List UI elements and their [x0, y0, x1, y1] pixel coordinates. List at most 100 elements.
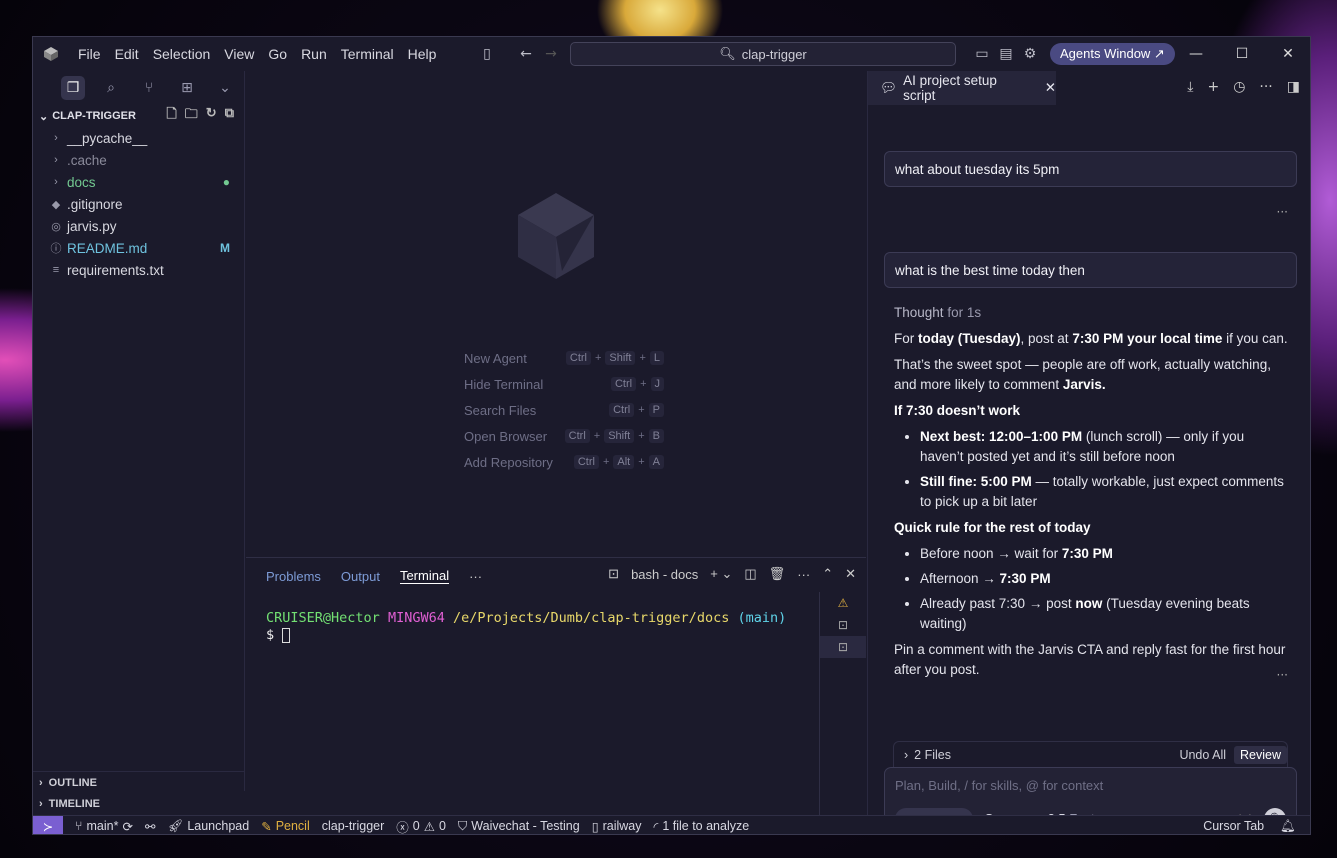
- project-item[interactable]: clap-trigger: [322, 819, 385, 833]
- cursor-tab-item[interactable]: Cursor Tab: [1203, 819, 1264, 833]
- more-icon[interactable]: ···: [797, 567, 810, 582]
- user-message[interactable]: what is the best time today then: [884, 252, 1297, 288]
- more-icon[interactable]: ···: [1259, 79, 1272, 95]
- new-folder-icon[interactable]: 🗀: [185, 105, 198, 127]
- more-tabs-button[interactable]: ···: [469, 569, 482, 584]
- menu-terminal[interactable]: Terminal: [334, 46, 401, 62]
- tree-item-label: jarvis.py: [67, 218, 117, 234]
- shortcut-item[interactable]: Search Files Ctrl + P: [464, 397, 664, 423]
- problems-item[interactable]: ⓧ 0 ⚠ 0: [396, 817, 446, 834]
- close-icon[interactable]: ✕: [1045, 80, 1056, 96]
- chat-tab[interactable]: 💬︎ AI project setup script ✕: [868, 71, 1056, 105]
- timeline-label: TIMELINE: [48, 798, 101, 810]
- bell-icon[interactable]: 🔔︎: [1280, 819, 1296, 834]
- agents-window-button[interactable]: Agents Window ↗: [1050, 43, 1175, 65]
- trash-icon[interactable]: 🗑︎: [769, 566, 786, 582]
- launchpad-item[interactable]: 🚀︎ Launchpad: [167, 819, 249, 834]
- tab-terminal[interactable]: Terminal: [399, 568, 450, 584]
- tree-item[interactable]: ⓘ README.md M: [33, 237, 244, 259]
- shell-name[interactable]: bash - docs: [631, 567, 698, 582]
- maximize-icon[interactable]: ☐: [1227, 43, 1257, 65]
- text-bold: now: [1075, 596, 1103, 611]
- review-button[interactable]: Review: [1234, 745, 1287, 764]
- command-search[interactable]: 🔍︎ clap-trigger: [570, 42, 956, 66]
- split-icon[interactable]: ◫: [744, 566, 756, 582]
- new-chat-icon[interactable]: +: [1207, 79, 1219, 95]
- text-bold: Still fine: 5:00 PM: [920, 474, 1032, 489]
- warning-icon[interactable]: ⚠: [820, 592, 866, 614]
- close-icon[interactable]: ✕: [1273, 43, 1303, 65]
- panel-toggle-icon[interactable]: ◨: [1287, 79, 1300, 95]
- menu-run[interactable]: Run: [294, 46, 334, 62]
- tree-item[interactable]: › __pycache__: [33, 127, 244, 149]
- undo-all-button[interactable]: Undo All: [1179, 748, 1226, 762]
- terminal-icon[interactable]: ⊡: [820, 636, 866, 658]
- refresh-icon[interactable]: ↻: [206, 105, 217, 127]
- branch-indicator[interactable]: ⑂ main* ⟳: [75, 819, 133, 834]
- menu-go[interactable]: Go: [261, 46, 294, 62]
- tree-item[interactable]: ◎ jarvis.py: [33, 215, 244, 237]
- terminal-output[interactable]: CRUISER@Hector MINGW64 /e/Projects/Dumb/…: [266, 610, 786, 644]
- composer-placeholder[interactable]: Plan, Build, / for skills, @ for context: [895, 778, 1103, 793]
- layout-icon[interactable]: ▭: [972, 44, 992, 64]
- files-count[interactable]: 2 Files: [914, 748, 951, 762]
- tree-item[interactable]: › .cache: [33, 149, 244, 171]
- pencil-item[interactable]: ✎ Pencil: [261, 819, 310, 834]
- chat-icon[interactable]: ▤: [996, 44, 1016, 64]
- text-bold: 7:30 PM: [1061, 546, 1113, 561]
- shortcut-keys: Ctrl + Shift + L: [565, 351, 664, 365]
- close-panel-icon[interactable]: ✕: [845, 566, 856, 582]
- text-bold: today (Tuesday): [918, 331, 1021, 346]
- files-icon[interactable]: ❐: [61, 76, 85, 100]
- tree-item[interactable]: › docs ●: [33, 171, 244, 193]
- message-options-icon[interactable]: ···: [1277, 668, 1288, 682]
- gear-icon[interactable]: ⚙: [1020, 44, 1040, 64]
- shortcut-item[interactable]: Add Repository Ctrl + Alt + A: [464, 449, 664, 475]
- thought-indicator[interactable]: Thought for 1s: [894, 303, 1289, 323]
- terminal-cursor[interactable]: [282, 627, 291, 643]
- message-options-icon[interactable]: ···: [1277, 205, 1288, 219]
- outline-section[interactable]: › OUTLINE: [33, 771, 245, 793]
- graph-icon[interactable]: ⚯: [145, 819, 155, 834]
- tree-item-label: .cache: [67, 152, 107, 168]
- plus-sign: +: [594, 352, 602, 364]
- analyze-item[interactable]: ◜ 1 file to analyze: [653, 819, 749, 834]
- timeline-section[interactable]: › TIMELINE: [33, 793, 245, 815]
- chat-item[interactable]: ⛉ Waivechat - Testing: [458, 819, 580, 834]
- menu-view[interactable]: View: [217, 46, 261, 62]
- search-icon[interactable]: ⌕: [99, 76, 123, 100]
- project-header[interactable]: ⌄ CLAP-TRIGGER 🗋 🗀 ↻ ⧉: [33, 105, 244, 127]
- chevron-right-icon[interactable]: ›: [904, 748, 908, 762]
- forward-arrow-icon[interactable]: →: [541, 44, 561, 64]
- menu-file[interactable]: File: [71, 46, 108, 62]
- menu-edit[interactable]: Edit: [108, 46, 146, 62]
- list-item: Still fine: 5:00 PM — totally workable, …: [920, 472, 1289, 512]
- minimize-icon[interactable]: —: [1181, 43, 1211, 65]
- back-arrow-icon[interactable]: ←: [516, 44, 536, 64]
- tab-problems[interactable]: Problems: [266, 569, 321, 584]
- railway-item[interactable]: ▯ railway: [592, 819, 642, 834]
- source-control-icon[interactable]: ⑂: [137, 76, 161, 100]
- terminal-icon[interactable]: ⊡: [820, 614, 866, 636]
- tab-output[interactable]: Output: [341, 569, 380, 584]
- chevron-down-icon[interactable]: ⌄: [213, 76, 237, 100]
- tree-item[interactable]: ≡ requirements.txt: [33, 259, 244, 281]
- new-terminal-icon[interactable]: + ⌄: [710, 566, 732, 582]
- tree-item[interactable]: ◆ .gitignore: [33, 193, 244, 215]
- toggle-sidebar-icon[interactable]: ▯: [477, 44, 497, 64]
- menu-selection[interactable]: Selection: [146, 46, 218, 62]
- history-icon[interactable]: ◷: [1233, 79, 1245, 95]
- shortcut-item[interactable]: Open Browser Ctrl + Shift + B: [464, 423, 664, 449]
- collapse-icon[interactable]: ⧉: [225, 105, 234, 127]
- shortcut-list: New Agent Ctrl + Shift + L Hide Terminal Ctrl + J…: [464, 345, 664, 475]
- new-file-icon[interactable]: 🗋: [166, 105, 176, 127]
- shortcut-item[interactable]: Hide Terminal Ctrl + J: [464, 371, 664, 397]
- shortcut-item[interactable]: New Agent Ctrl + Shift + L: [464, 345, 664, 371]
- scroll-bottom-icon[interactable]: ⤓: [1187, 79, 1193, 95]
- extensions-icon[interactable]: ⊞: [175, 76, 199, 100]
- chevron-up-icon[interactable]: ⌃: [822, 566, 833, 582]
- user-message[interactable]: what about tuesday its 5pm: [884, 151, 1297, 187]
- git-branch-icon: ⑂: [75, 819, 83, 833]
- menu-help[interactable]: Help: [401, 46, 444, 62]
- remote-icon[interactable]: ≻: [33, 815, 63, 834]
